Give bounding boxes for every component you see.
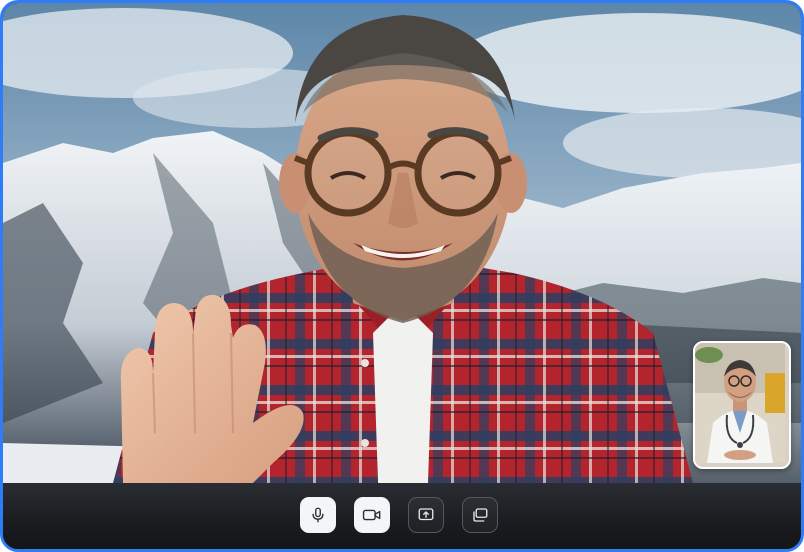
self-view-video[interactable] bbox=[693, 341, 791, 469]
doctor-avatar bbox=[695, 343, 785, 463]
microphone-icon bbox=[312, 507, 324, 523]
screen-share-icon bbox=[418, 508, 434, 521]
call-control-bar bbox=[3, 483, 801, 549]
main-video-scene bbox=[3, 3, 801, 483]
video-camera-icon bbox=[362, 509, 381, 521]
camera-button[interactable] bbox=[354, 497, 390, 533]
screen-share-button[interactable] bbox=[408, 497, 444, 533]
video-call-window bbox=[0, 0, 804, 552]
main-video-feed bbox=[3, 3, 801, 483]
microphone-button[interactable] bbox=[300, 497, 336, 533]
layout-switch-icon bbox=[473, 508, 488, 522]
layout-switch-button[interactable] bbox=[462, 497, 498, 533]
call-controls bbox=[300, 497, 498, 533]
